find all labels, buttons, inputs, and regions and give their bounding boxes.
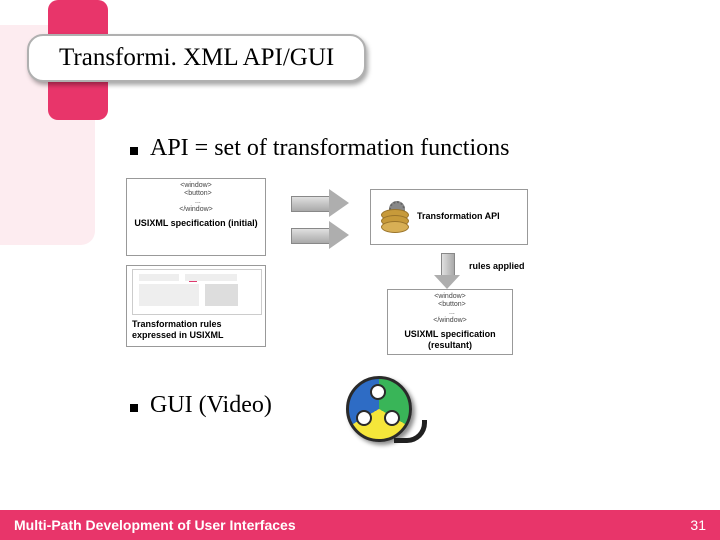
rules-applied-label: rules applied	[469, 261, 525, 271]
bullet-api-text: API = set of transformation functions	[150, 135, 509, 162]
rules-thumbnail-icon	[132, 269, 262, 315]
box-initial-spec: <window> <button> ... </window> USIXML s…	[126, 178, 266, 256]
bullet-gui: GUI (Video)	[130, 392, 272, 419]
slide-title: Transformi. XML API/GUI	[27, 34, 366, 82]
film-reel-icon	[340, 370, 418, 448]
arrow-icon	[291, 189, 351, 217]
transformation-diagram: <window> <button> ... </window> USIXML s…	[126, 175, 556, 375]
page-number: 31	[690, 517, 706, 533]
content-area: API = set of transformation functions	[130, 135, 690, 170]
bullet-icon	[130, 404, 138, 412]
box-transformation-rules: Transformation rules expressed in USIXML	[126, 265, 266, 347]
arrow-icon	[291, 221, 351, 249]
box-transformation-api: Transformation API	[370, 189, 528, 245]
result-label: USIXML specification (resultant)	[393, 329, 507, 352]
footer-title: Multi-Path Development of User Interface…	[14, 517, 296, 533]
initial-label: USIXML specification (initial)	[132, 218, 260, 229]
bullet-api: API = set of transformation functions	[130, 135, 690, 162]
api-label: Transformation API	[417, 211, 500, 222]
box-result-spec: <window> <button> ... </window> USIXML s…	[387, 289, 513, 355]
bullet-gui-text: GUI (Video)	[150, 392, 272, 419]
footer-bar: Multi-Path Development of User Interface…	[0, 510, 720, 540]
initial-code: <window> <button> ... </window>	[132, 182, 260, 214]
slide: Transformi. XML API/GUI API = set of tra…	[0, 0, 720, 540]
arrow-down-icon	[434, 253, 460, 291]
result-code: <window> <button> ... </window>	[393, 293, 507, 325]
bullet-icon	[130, 147, 138, 155]
rules-label: Transformation rules expressed in USIXML	[132, 319, 260, 342]
database-gear-icon	[379, 201, 409, 233]
